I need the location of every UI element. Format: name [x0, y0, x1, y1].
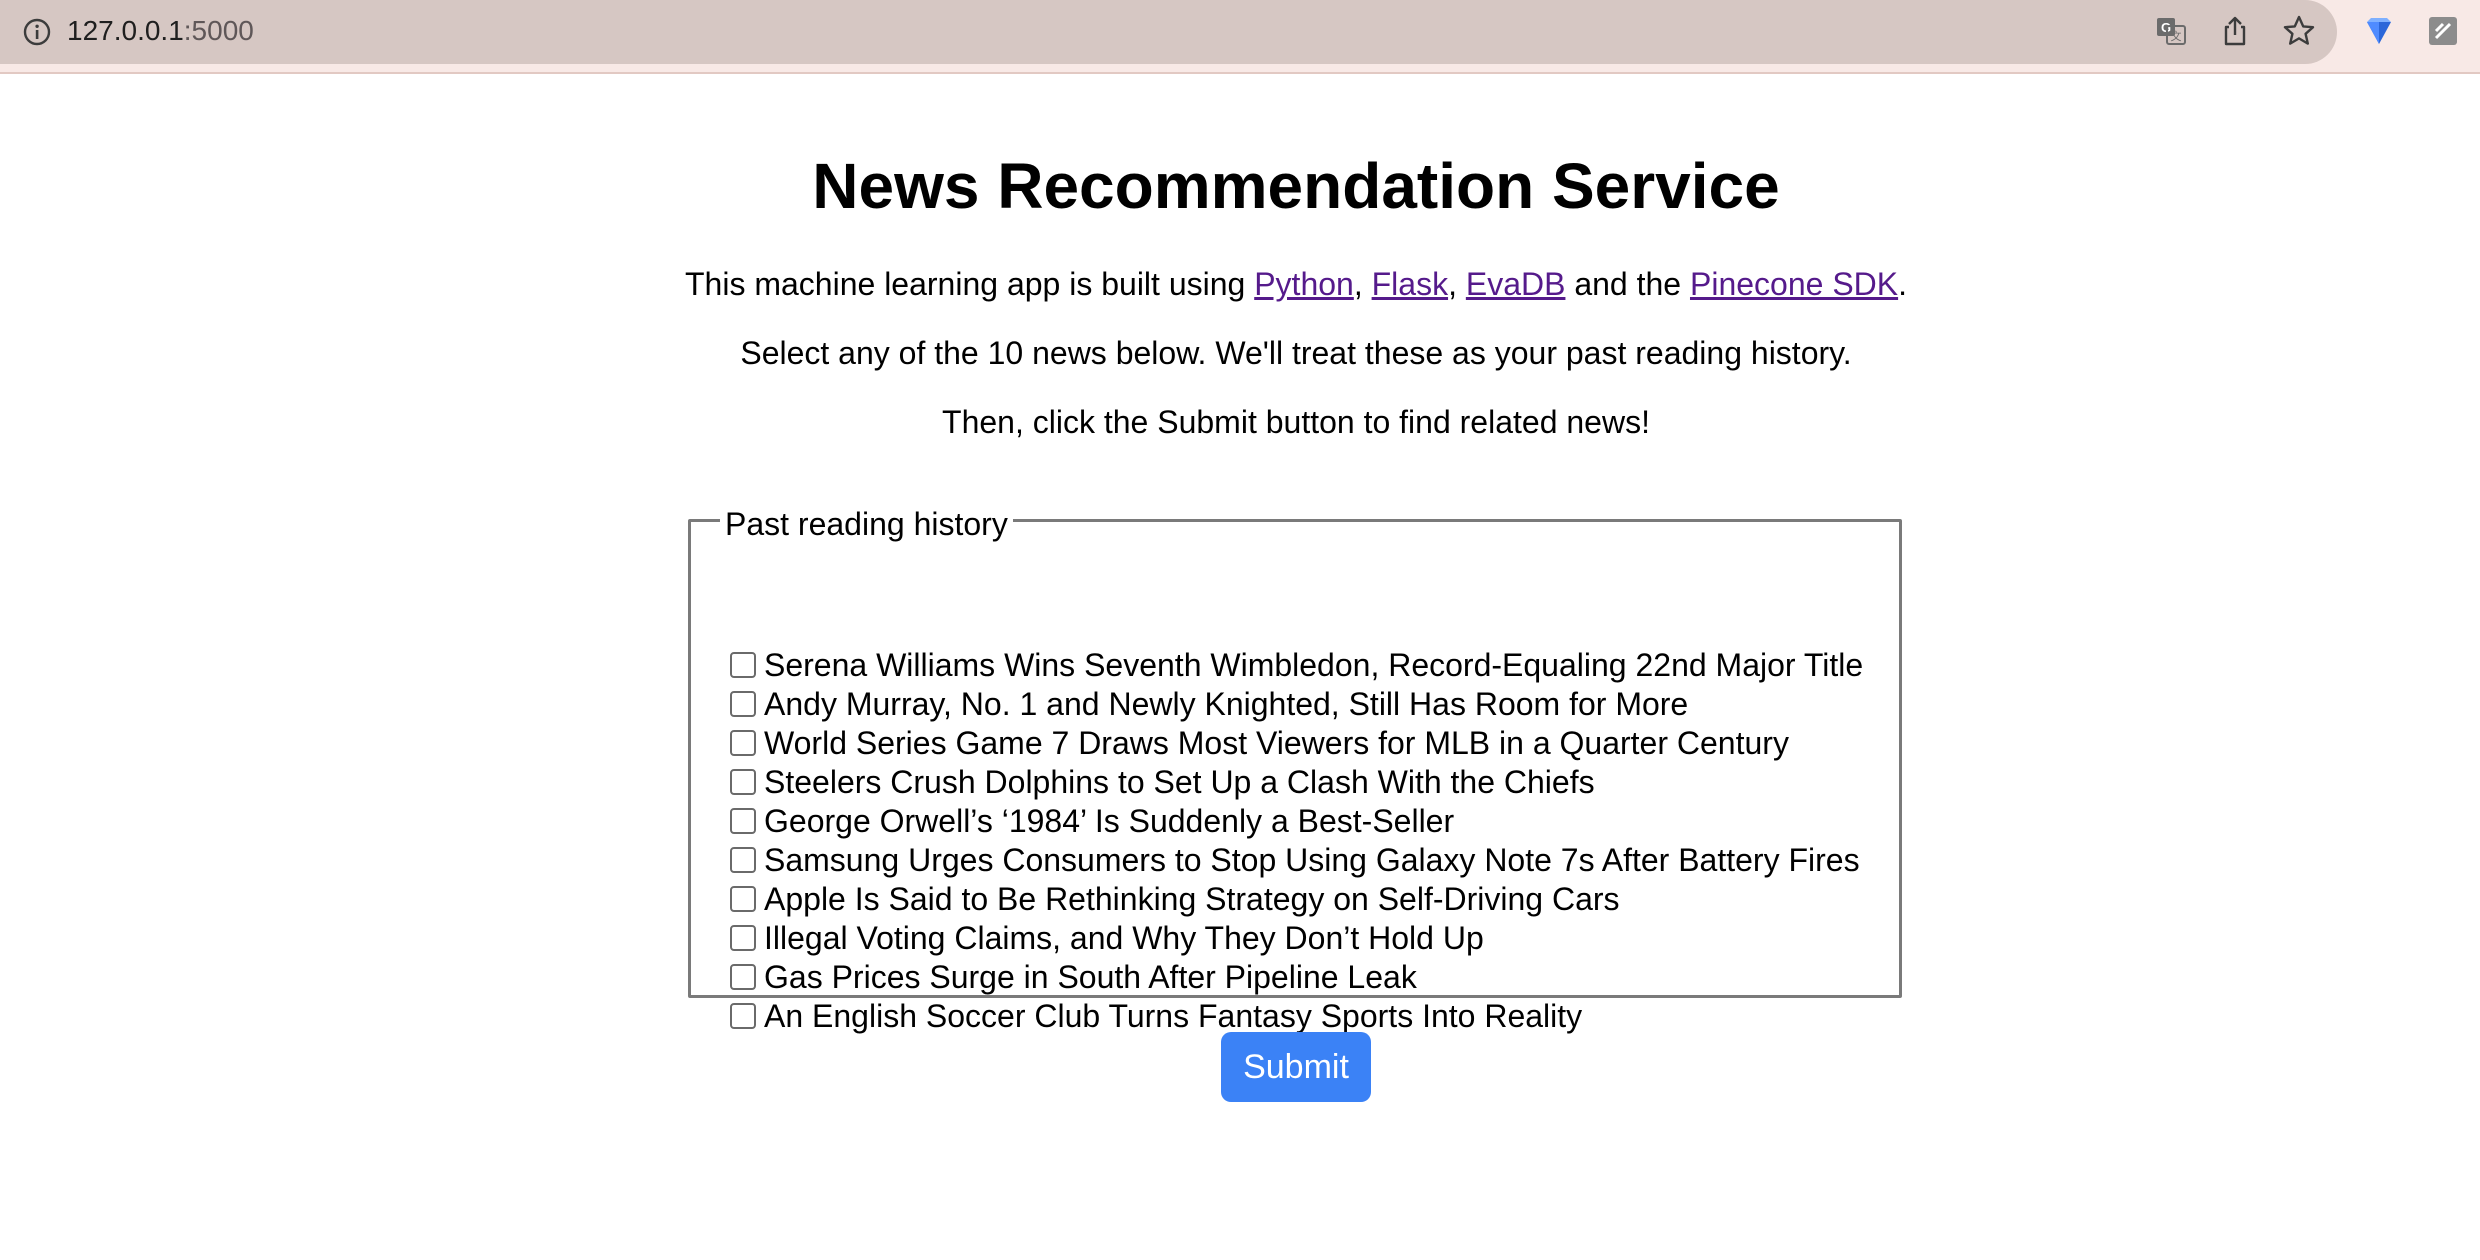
news-label[interactable]: Steelers Crush Dolphins to Set Up a Clas… — [764, 763, 1595, 802]
news-label[interactable]: Samsung Urges Consumers to Stop Using Ga… — [764, 841, 1860, 880]
news-label[interactable]: An English Soccer Club Turns Fantasy Spo… — [764, 997, 1582, 1036]
news-label[interactable]: Apple Is Said to Be Rethinking Strategy … — [764, 880, 1620, 919]
info-icon[interactable] — [22, 17, 52, 47]
news-item[interactable]: Andy Murray, No. 1 and Newly Knighted, S… — [730, 685, 1863, 724]
intro-sep-1: , — [1353, 266, 1372, 302]
news-checkbox[interactable] — [730, 1002, 756, 1029]
news-label[interactable]: World Series Game 7 Draws Most Viewers f… — [764, 724, 1789, 763]
bookmark-star-icon[interactable] — [2282, 14, 2316, 48]
news-item[interactable]: Serena Williams Wins Seventh Wimbledon, … — [730, 646, 1863, 685]
instructions-select: Select any of the 10 news below. We'll t… — [740, 335, 1852, 371]
news-checkbox[interactable] — [730, 651, 756, 678]
svg-text:文: 文 — [2171, 29, 2182, 43]
news-checkbox[interactable] — [730, 768, 756, 795]
intro-text: This machine learning app is built using… — [0, 264, 2480, 304]
news-item[interactable]: World Series Game 7 Draws Most Viewers f… — [730, 724, 1863, 763]
news-checkbox[interactable] — [730, 846, 756, 873]
news-list: Serena Williams Wins Seventh Wimbledon, … — [730, 646, 1863, 1036]
intro-after: . — [1898, 266, 1907, 302]
submit-button[interactable]: Submit — [1221, 1032, 1371, 1102]
page-title: News Recommendation Service — [812, 150, 1780, 222]
news-item[interactable]: Samsung Urges Consumers to Stop Using Ga… — [730, 841, 1863, 880]
evadb-link[interactable]: EvaDB — [1466, 266, 1566, 302]
intro-sep-2: , — [1448, 266, 1466, 302]
intro-sep-3: and the — [1565, 266, 1690, 302]
news-checkbox[interactable] — [730, 807, 756, 834]
news-item[interactable]: Gas Prices Surge in South After Pipeline… — [730, 958, 1863, 997]
news-checkbox[interactable] — [730, 924, 756, 951]
news-label[interactable]: Andy Murray, No. 1 and Newly Knighted, S… — [764, 685, 1688, 724]
pinecone-sdk-link[interactable]: Pinecone SDK — [1690, 266, 1898, 302]
news-checkbox[interactable] — [730, 729, 756, 756]
news-item[interactable]: Apple Is Said to Be Rethinking Strategy … — [730, 880, 1863, 919]
extension-diamond-icon[interactable] — [2362, 14, 2396, 48]
reading-history-legend: Past reading history — [720, 504, 1013, 544]
news-checkbox[interactable] — [730, 885, 756, 912]
url-text[interactable]: 127.0.0.1:5000 — [67, 13, 254, 49]
url-port: :5000 — [183, 15, 254, 46]
news-item[interactable]: Steelers Crush Dolphins to Set Up a Clas… — [730, 763, 1863, 802]
news-label[interactable]: Illegal Voting Claims, and Why They Don’… — [764, 919, 1484, 958]
address-bar[interactable]: 127.0.0.1:5000 G 文 — [0, 0, 2337, 64]
news-item[interactable]: An English Soccer Club Turns Fantasy Spo… — [730, 997, 1863, 1036]
news-checkbox[interactable] — [730, 963, 756, 990]
news-checkbox[interactable] — [730, 690, 756, 717]
news-item[interactable]: Illegal Voting Claims, and Why They Don’… — [730, 919, 1863, 958]
news-item[interactable]: George Orwell’s ‘1984’ Is Suddenly a Bes… — [730, 802, 1863, 841]
python-link[interactable]: Python — [1254, 266, 1354, 302]
intro-before: This machine learning app is built using — [685, 266, 1255, 302]
news-label[interactable]: Gas Prices Surge in South After Pipeline… — [764, 958, 1417, 997]
browser-toolbar: 127.0.0.1:5000 G 文 — [0, 0, 2480, 74]
share-icon[interactable] — [2218, 14, 2252, 48]
url-host: 127.0.0.1 — [67, 15, 184, 46]
flask-link[interactable]: Flask — [1372, 266, 1448, 302]
instructions-submit: Then, click the Submit button to find re… — [942, 404, 1650, 440]
news-label[interactable]: Serena Williams Wins Seventh Wimbledon, … — [764, 646, 1863, 685]
news-label[interactable]: George Orwell’s ‘1984’ Is Suddenly a Bes… — [764, 802, 1454, 841]
translate-icon[interactable]: G 文 — [2154, 14, 2188, 48]
page-content: News Recommendation Service This machine… — [0, 74, 2480, 1260]
extension-menu-icon[interactable] — [2426, 14, 2460, 48]
